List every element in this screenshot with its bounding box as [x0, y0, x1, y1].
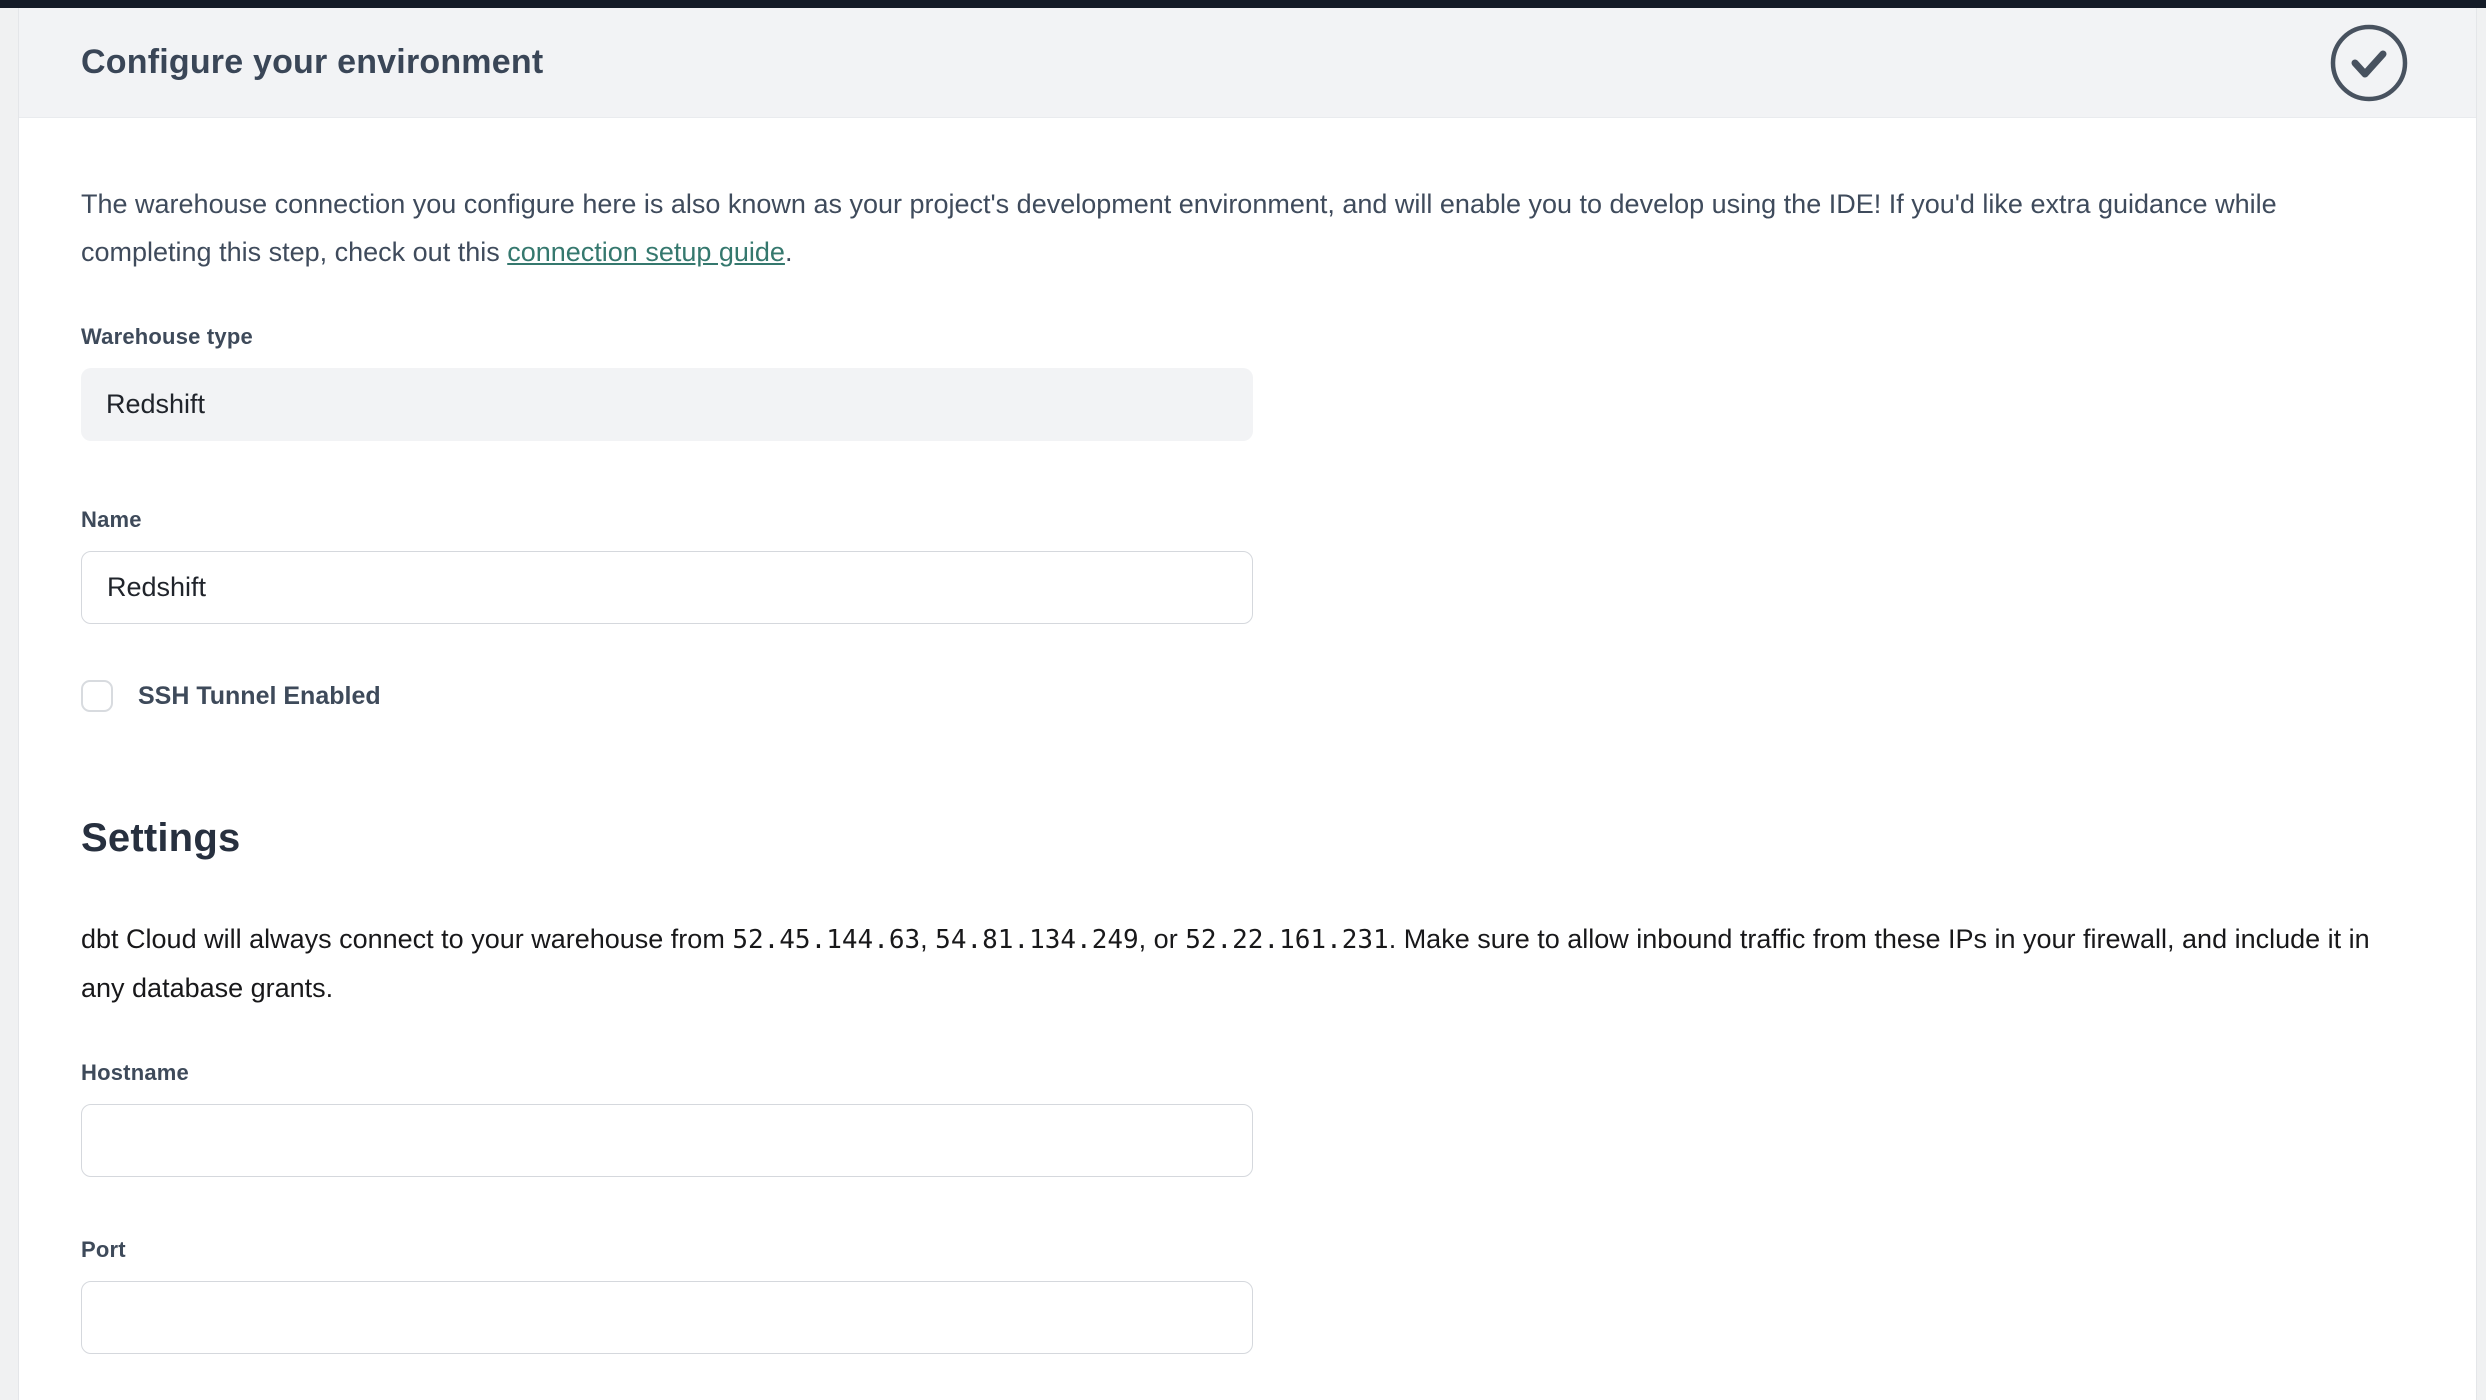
ssh-tunnel-checkbox[interactable]: [81, 680, 113, 712]
note-before: dbt Cloud will always connect to your wa…: [81, 924, 732, 954]
panel-header: Configure your environment: [19, 8, 2476, 118]
note-sep1: ,: [920, 924, 935, 954]
hostname-input[interactable]: [81, 1104, 1253, 1177]
warehouse-type-field: Redshift: [81, 368, 1253, 441]
settings-heading: Settings: [81, 816, 2406, 861]
warehouse-type-value: Redshift: [106, 389, 205, 420]
name-input[interactable]: [81, 551, 1253, 624]
connection-setup-guide-link[interactable]: connection setup guide: [507, 237, 785, 267]
warehouse-type-label: Warehouse type: [81, 324, 2406, 350]
panel-content: The warehouse connection you configure h…: [19, 180, 2476, 1354]
page-title: Configure your environment: [81, 43, 2330, 82]
ssh-tunnel-row: SSH Tunnel Enabled: [81, 680, 2406, 712]
name-label: Name: [81, 507, 2406, 533]
intro-text-before: The warehouse connection you configure h…: [81, 189, 2277, 267]
ip-address-2: 54.81.134.249: [935, 925, 1139, 955]
ip-address-3: 52.22.161.231: [1185, 925, 1389, 955]
ip-allowlist-note: dbt Cloud will always connect to your wa…: [81, 915, 2396, 1012]
port-input[interactable]: [81, 1281, 1253, 1354]
intro-text-after: .: [785, 237, 793, 267]
intro-paragraph: The warehouse connection you configure h…: [81, 180, 2346, 276]
top-navigation-bar: [0, 0, 2486, 8]
ip-address-1: 52.45.144.63: [732, 925, 920, 955]
environment-config-panel: Configure your environment The warehouse…: [18, 8, 2477, 1400]
hostname-label: Hostname: [81, 1060, 2406, 1086]
check-circle-icon[interactable]: [2330, 24, 2408, 102]
ssh-tunnel-label: SSH Tunnel Enabled: [138, 682, 381, 711]
note-sep2: , or: [1139, 924, 1186, 954]
port-label: Port: [81, 1237, 2406, 1263]
